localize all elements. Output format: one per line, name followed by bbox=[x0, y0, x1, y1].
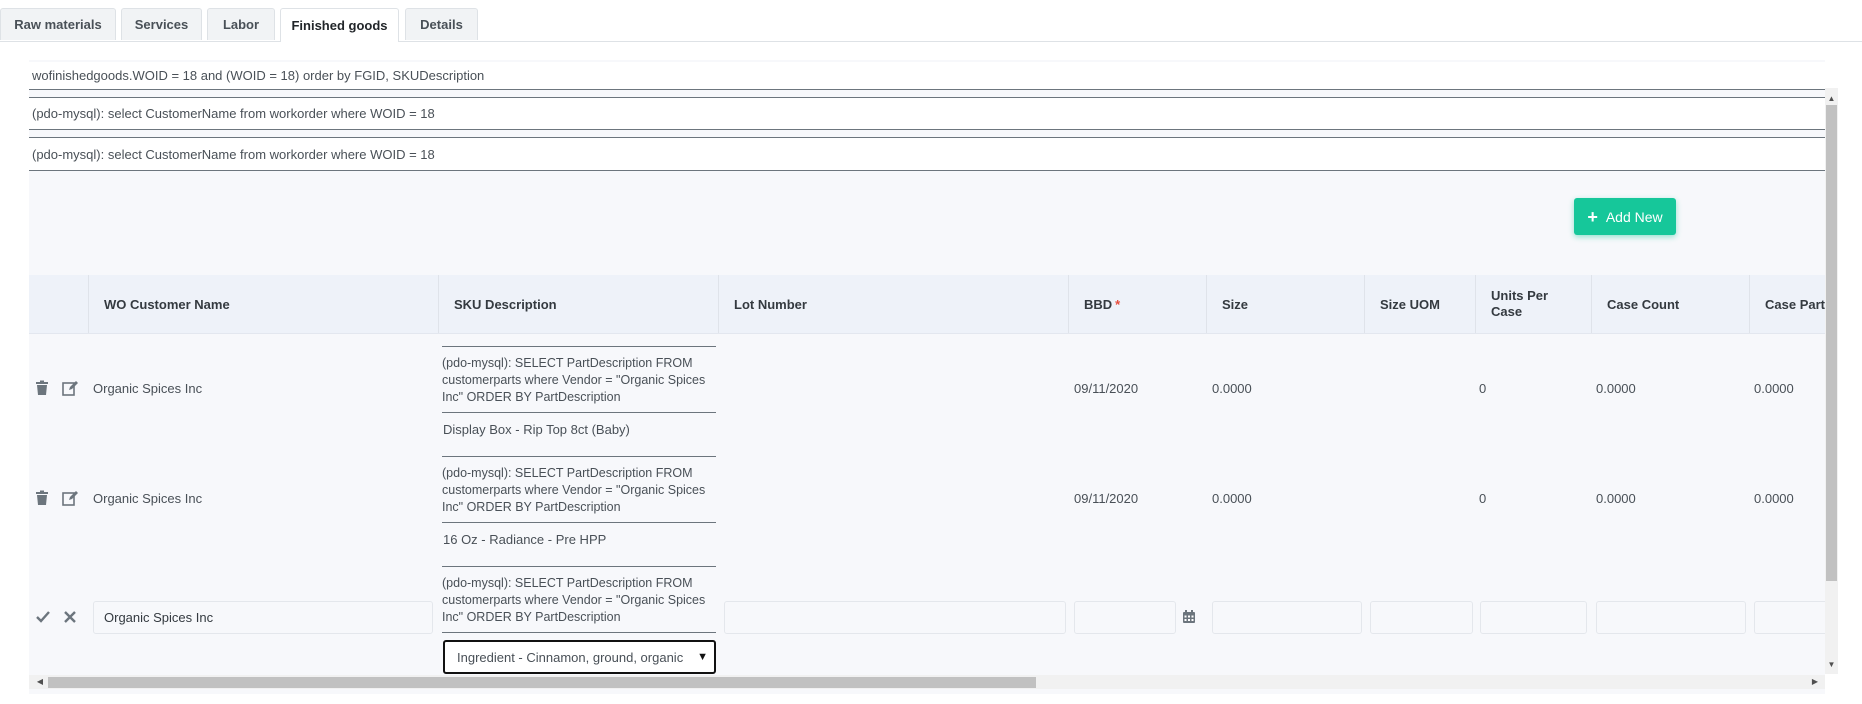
size-cell: 0.0000 bbox=[1212, 491, 1252, 506]
case-count-input[interactable] bbox=[1596, 601, 1746, 634]
sku-debug-text: (pdo-mysql): SELECT PartDescription FROM… bbox=[442, 576, 706, 624]
header-bbd[interactable]: BBD * bbox=[1069, 275, 1207, 333]
edit-icon[interactable] bbox=[62, 380, 78, 396]
header-size[interactable]: Size bbox=[1207, 275, 1365, 333]
scroll-up-arrow-icon[interactable]: ▲ bbox=[1826, 94, 1837, 104]
scroll-down-arrow-icon[interactable]: ▼ bbox=[1826, 660, 1837, 670]
header-wo-customer-name[interactable]: WO Customer Name bbox=[89, 275, 439, 333]
vertical-scrollbar-thumb[interactable] bbox=[1826, 105, 1837, 581]
tab-details[interactable]: Details bbox=[405, 8, 478, 40]
separator bbox=[442, 346, 716, 347]
customer-name-input[interactable]: Organic Spices Inc bbox=[93, 601, 433, 634]
customer-name-cell: Organic Spices Inc bbox=[93, 381, 203, 396]
bbd-cell: 09/11/2020 bbox=[1074, 381, 1139, 396]
tab-finished-goods[interactable]: Finished goods bbox=[280, 8, 399, 42]
header-units-per-case[interactable]: Units Per Case bbox=[1476, 275, 1592, 333]
size-input[interactable] bbox=[1212, 601, 1362, 634]
header-case-part[interactable]: Case Part bbox=[1750, 275, 1825, 333]
header-actions bbox=[29, 275, 89, 333]
size-cell: 0.0000 bbox=[1212, 381, 1252, 396]
required-marker: * bbox=[1115, 296, 1121, 312]
case-part-input[interactable] bbox=[1754, 601, 1825, 634]
case-part-cell: 0.0000 bbox=[1754, 491, 1794, 506]
units-per-case-input[interactable] bbox=[1480, 601, 1587, 634]
add-new-button[interactable]: + Add New bbox=[1574, 198, 1676, 235]
tab-bar: Raw materials Services Labor Finished go… bbox=[0, 0, 1862, 42]
sku-debug-text: (pdo-mysql): SELECT PartDescription FROM… bbox=[442, 356, 706, 404]
separator bbox=[442, 522, 716, 523]
units-per-case-cell: 0 bbox=[1479, 491, 1487, 506]
sku-description-cell: Display Box - Rip Top 8ct (Baby) bbox=[443, 422, 630, 437]
case-count-cell: 0.0000 bbox=[1596, 381, 1636, 396]
header-sku-description[interactable]: SKU Description bbox=[439, 275, 719, 333]
trash-icon[interactable] bbox=[34, 490, 50, 506]
trash-icon[interactable] bbox=[34, 380, 50, 396]
debug-query-line: wofinishedgoods.WOID = 18 and (WOID = 18… bbox=[29, 62, 1825, 90]
lot-number-input[interactable] bbox=[724, 601, 1066, 634]
separator bbox=[442, 412, 716, 413]
check-icon[interactable] bbox=[35, 609, 51, 625]
plus-icon: + bbox=[1587, 206, 1598, 227]
case-count-cell: 0.0000 bbox=[1596, 491, 1636, 506]
bbd-input[interactable] bbox=[1074, 601, 1176, 634]
debug-query-line: (pdo-mysql): select CustomerName from wo… bbox=[29, 137, 1825, 171]
size-uom-input[interactable] bbox=[1370, 601, 1473, 634]
header-bbd-label: BBD bbox=[1084, 296, 1113, 312]
bbd-cell: 09/11/2020 bbox=[1074, 491, 1139, 506]
close-icon[interactable] bbox=[62, 609, 78, 625]
tab-services[interactable]: Services bbox=[121, 8, 202, 40]
header-case-count[interactable]: Case Count bbox=[1592, 275, 1750, 333]
calendar-icon[interactable] bbox=[1182, 610, 1196, 624]
edit-icon[interactable] bbox=[62, 490, 78, 506]
separator bbox=[442, 566, 716, 567]
chevron-down-icon: ▼ bbox=[697, 651, 708, 663]
tab-raw-materials[interactable]: Raw materials bbox=[0, 8, 116, 40]
sku-description-cell: 16 Oz - Radiance - Pre HPP bbox=[443, 532, 607, 547]
separator bbox=[442, 456, 716, 457]
customer-name-cell: Organic Spices Inc bbox=[93, 491, 203, 506]
units-per-case-cell: 0 bbox=[1479, 381, 1487, 396]
debug-query-line: (pdo-mysql): select CustomerName from wo… bbox=[29, 97, 1825, 130]
horizontal-scrollbar-thumb[interactable] bbox=[48, 677, 1036, 688]
sku-description-select[interactable]: Ingredient - Cinnamon, ground, organic ▼ bbox=[443, 640, 716, 674]
sku-selected-value: Ingredient - Cinnamon, ground, organic bbox=[457, 649, 684, 665]
header-lot-number[interactable]: Lot Number bbox=[719, 275, 1069, 333]
add-new-label: Add New bbox=[1605, 208, 1663, 225]
grid-header: WO Customer Name SKU Description Lot Num… bbox=[29, 275, 1825, 334]
scroll-left-arrow-icon[interactable]: ◀ bbox=[35, 676, 45, 688]
tab-labor[interactable]: Labor bbox=[207, 8, 275, 40]
sku-debug-text: (pdo-mysql): SELECT PartDescription FROM… bbox=[442, 466, 706, 514]
case-part-cell: 0.0000 bbox=[1754, 381, 1794, 396]
header-size-uom[interactable]: Size UOM bbox=[1365, 275, 1476, 333]
separator bbox=[442, 632, 716, 633]
scroll-right-arrow-icon[interactable]: ▶ bbox=[1810, 676, 1820, 688]
